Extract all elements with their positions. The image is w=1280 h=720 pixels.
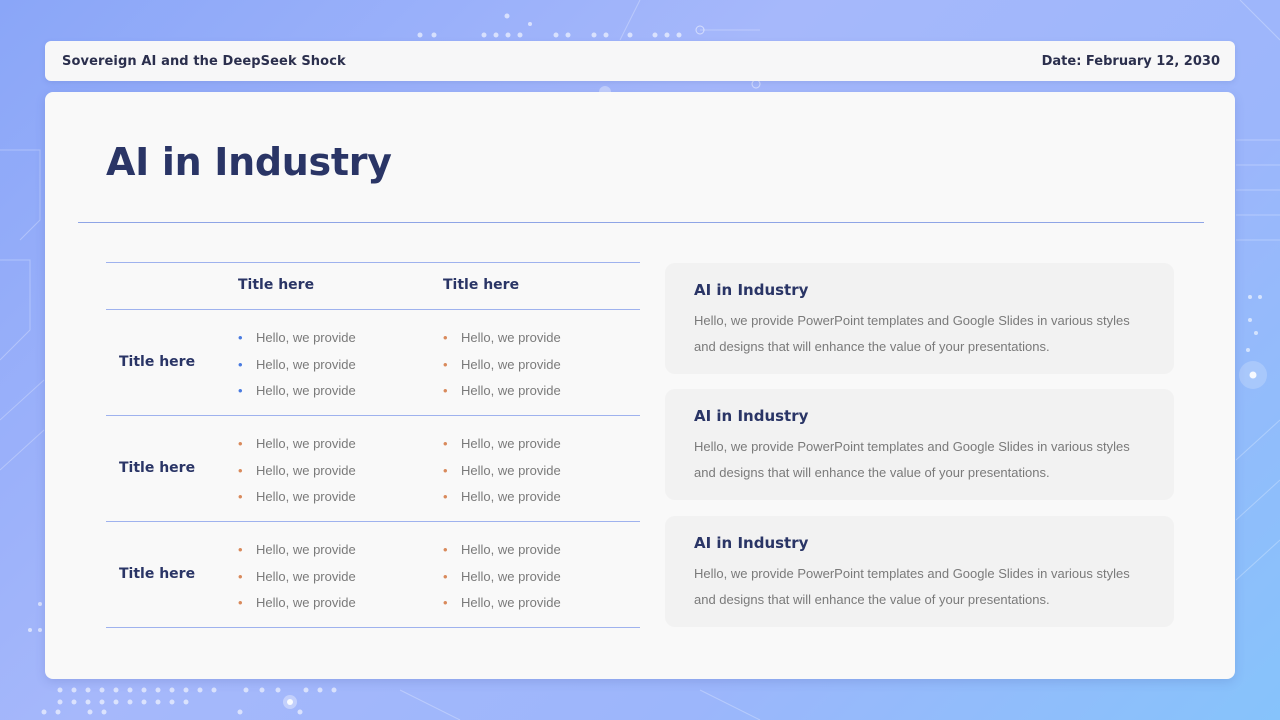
bullet-icon: •: [443, 542, 448, 557]
list-item: • Hello, we provide: [238, 435, 356, 462]
info-box: AI in Industry Hello, we provide PowerPo…: [665, 263, 1174, 374]
info-box: AI in Industry Hello, we provide PowerPo…: [665, 516, 1174, 627]
list-item: • Hello, we provide: [443, 382, 561, 409]
bullet-icon: •: [443, 383, 448, 398]
info-box-title: AI in Industry: [694, 534, 809, 552]
list-item: • Hello, we provide: [238, 382, 356, 409]
list-item-text: Hello, we provide: [256, 489, 356, 504]
bullet-icon: •: [443, 568, 448, 584]
table-divider: [106, 521, 640, 522]
table-cell: • Hello, we provide • Hello, we provide • H…: [443, 329, 561, 409]
presentation-title: Sovereign AI and the DeepSeek Shock: [62, 54, 346, 69]
table-cell: • Hello, we provide • Hello, we provide • H…: [238, 329, 356, 409]
list-item-text: Hello, we provide: [461, 330, 561, 345]
bullet-icon: •: [443, 462, 448, 478]
list-item-text: Hello, we provide: [461, 489, 561, 504]
list-item-text: Hello, we provide: [256, 462, 356, 478]
slide-content-card: AI in Industry Title here Title here Tit…: [45, 92, 1235, 679]
list-item-text: Hello, we provide: [461, 383, 561, 398]
info-box-text: Hello, we provide PowerPoint templates a…: [694, 313, 1130, 354]
list-item: • Hello, we provide: [443, 541, 561, 568]
column-header: Title here: [238, 277, 315, 293]
bullet-icon: •: [238, 383, 243, 398]
column-header: Title here: [443, 277, 520, 293]
list-item-text: Hello, we provide: [256, 568, 356, 584]
row-header: Title here: [119, 354, 196, 370]
list-item-text: Hello, we provide: [461, 462, 561, 478]
info-box-text: Hello, we provide PowerPoint templates a…: [694, 439, 1130, 480]
list-item: • Hello, we provide: [443, 488, 561, 515]
list-item: • Hello, we provide: [443, 435, 561, 462]
bullet-icon: •: [443, 595, 448, 610]
list-item: • Hello, we provide: [443, 568, 561, 595]
bullet-icon: •: [238, 462, 243, 478]
list-item-text: Hello, we provide: [256, 383, 356, 398]
table-divider: [106, 627, 640, 628]
list-item-text: Hello, we provide: [256, 595, 356, 610]
list-item: • Hello, we provide: [443, 594, 561, 621]
bullet-icon: •: [238, 595, 243, 610]
list-item-text: Hello, we provide: [461, 568, 561, 584]
bullet-icon: •: [238, 356, 243, 372]
list-item: • Hello, we provide: [238, 488, 356, 515]
row-header: Title here: [119, 566, 196, 582]
list-item: • Hello, we provide: [238, 541, 356, 568]
list-item: • Hello, we provide: [238, 462, 356, 489]
list-item: • Hello, we provide: [443, 329, 561, 356]
bullet-icon: •: [238, 330, 243, 345]
table-divider: [106, 415, 640, 416]
list-item-text: Hello, we provide: [256, 356, 356, 372]
list-item-text: Hello, we provide: [461, 542, 561, 557]
list-item-text: Hello, we provide: [461, 595, 561, 610]
title-divider: [78, 222, 1204, 223]
list-item: • Hello, we provide: [443, 462, 561, 489]
header-bar: Sovereign AI and the DeepSeek Shock Date…: [45, 41, 1235, 81]
list-item-text: Hello, we provide: [256, 330, 356, 345]
list-item-text: Hello, we provide: [256, 542, 356, 557]
bullet-icon: •: [443, 330, 448, 345]
bullet-icon: •: [238, 489, 243, 504]
info-box-title: AI in Industry: [694, 281, 809, 299]
bullet-icon: •: [443, 489, 448, 504]
info-box-title: AI in Industry: [694, 407, 809, 425]
bullet-icon: •: [443, 436, 448, 451]
table-cell: • Hello, we provide • Hello, we provide • H…: [443, 541, 561, 621]
row-header: Title here: [119, 460, 196, 476]
list-item: • Hello, we provide: [238, 568, 356, 595]
bullet-icon: •: [443, 356, 448, 372]
info-box-text: Hello, we provide PowerPoint templates a…: [694, 566, 1130, 607]
list-item-text: Hello, we provide: [256, 436, 356, 451]
bullet-icon: •: [238, 568, 243, 584]
table-divider: [106, 262, 640, 263]
bullet-icon: •: [238, 542, 243, 557]
table-divider: [106, 309, 640, 310]
bullet-icon: •: [238, 436, 243, 451]
info-box: AI in Industry Hello, we provide PowerPo…: [665, 389, 1174, 500]
page-title: AI in Industry: [106, 140, 392, 184]
list-item: • Hello, we provide: [238, 594, 356, 621]
list-item: • Hello, we provide: [443, 356, 561, 383]
list-item-text: Hello, we provide: [461, 356, 561, 372]
table-cell: • Hello, we provide • Hello, we provide • H…: [443, 435, 561, 515]
table-cell: • Hello, we provide • Hello, we provide • H…: [238, 435, 356, 515]
list-item-text: Hello, we provide: [461, 436, 561, 451]
list-item: • Hello, we provide: [238, 329, 356, 356]
presentation-date: Date: February 12, 2030: [1041, 54, 1220, 69]
list-item: • Hello, we provide: [238, 356, 356, 383]
table-cell: • Hello, we provide • Hello, we provide • H…: [238, 541, 356, 621]
